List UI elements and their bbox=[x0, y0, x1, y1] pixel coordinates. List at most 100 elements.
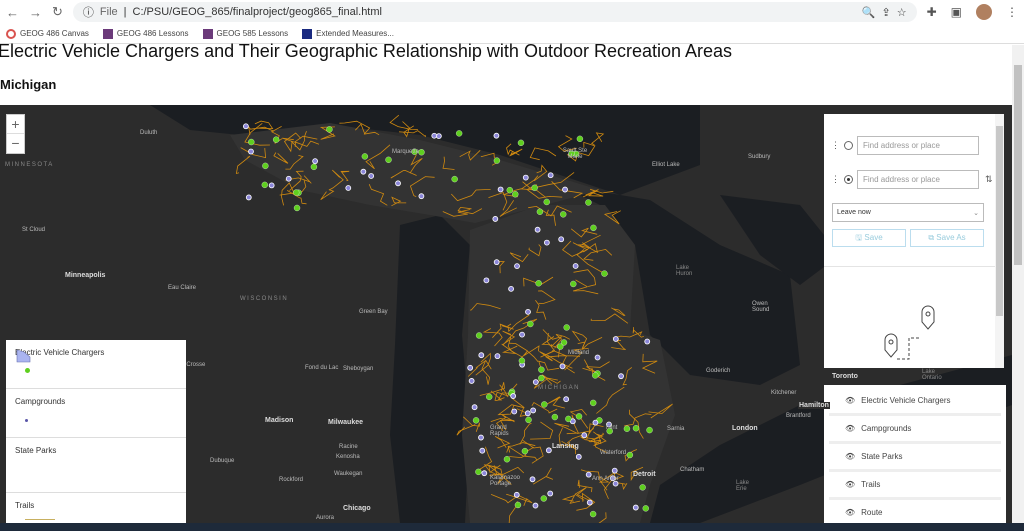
campground-point bbox=[513, 491, 520, 498]
eye-icon[interactable]: 👁 bbox=[845, 508, 855, 517]
back-icon[interactable]: ← bbox=[6, 5, 19, 20]
charger-point bbox=[575, 413, 583, 420]
save-button[interactable]: 🖫 Save bbox=[832, 229, 906, 247]
campground-point bbox=[575, 453, 582, 460]
layer-item-chargers[interactable]: 👁 Electric Vehicle Chargers bbox=[829, 388, 1001, 416]
map-label: Waukegan bbox=[334, 471, 363, 477]
legend-item-state-parks: State Parks bbox=[6, 349, 186, 493]
zoom-out-button[interactable]: − bbox=[7, 134, 24, 153]
charger-point bbox=[632, 425, 640, 432]
avatar[interactable] bbox=[976, 4, 992, 20]
drag-handle-icon[interactable]: ⋮ bbox=[831, 174, 840, 185]
map-label: St Cloud bbox=[22, 227, 46, 233]
destination-radio[interactable] bbox=[844, 175, 853, 184]
map-label: Sudbury bbox=[748, 154, 771, 160]
charger-point bbox=[261, 181, 268, 189]
charger-point bbox=[385, 156, 392, 163]
bookmark-geog486-lessons[interactable]: GEOG 486 Lessons bbox=[102, 28, 189, 39]
map-label: Flint bbox=[606, 425, 618, 431]
menu-icon[interactable]: ⋮ bbox=[1006, 5, 1018, 19]
eye-icon[interactable]: 👁 bbox=[845, 452, 855, 461]
charger-point bbox=[493, 157, 501, 164]
layer-item-state-parks[interactable]: 👁 State Parks bbox=[829, 444, 1001, 472]
drag-handle-icon[interactable]: ⋮ bbox=[831, 140, 840, 151]
map-label: Eau Claire bbox=[168, 285, 197, 291]
campground-point bbox=[497, 186, 504, 193]
campground-point bbox=[532, 502, 539, 509]
share-icon[interactable]: ⇪ bbox=[882, 6, 891, 19]
campground-point bbox=[492, 216, 499, 222]
campground-point bbox=[618, 373, 624, 380]
layer-item-route[interactable]: 👁 Route bbox=[829, 500, 1001, 523]
directions-scrollbar[interactable] bbox=[995, 114, 1004, 368]
campground-point bbox=[471, 404, 478, 411]
charger-point bbox=[518, 357, 526, 364]
origin-input[interactable]: Find address or place bbox=[857, 136, 979, 155]
map-label: Elliot Lake bbox=[652, 162, 680, 168]
charger-point bbox=[601, 270, 608, 277]
origin-row: ⋮ Find address or place bbox=[831, 136, 979, 155]
layer-list: 👁 Electric Vehicle Chargers 👁 Campgrounds … bbox=[824, 385, 1006, 523]
route-illustration-icon bbox=[884, 305, 935, 360]
map-view[interactable]: Duluth MINNESOTA St Cloud Minneapolis Ea… bbox=[0, 105, 1012, 523]
zoom-icon[interactable]: 🔍 bbox=[862, 6, 876, 19]
divider bbox=[824, 266, 995, 267]
layer-item-trails[interactable]: 👁 Trails bbox=[829, 472, 1001, 500]
charger-point bbox=[626, 451, 634, 459]
map-label: Sheboygan bbox=[343, 366, 374, 372]
origin-radio[interactable] bbox=[844, 141, 853, 150]
eye-icon[interactable]: 👁 bbox=[845, 396, 855, 405]
campground-point bbox=[268, 182, 275, 189]
charger-point bbox=[514, 501, 522, 509]
save-icon: 🖫 bbox=[855, 233, 863, 242]
campground-point bbox=[511, 408, 518, 415]
map-label: Waterford bbox=[600, 450, 627, 456]
map-label: Lake Huron bbox=[676, 265, 693, 277]
charger-point bbox=[560, 211, 567, 218]
swap-icon[interactable]: ⇅ bbox=[985, 174, 993, 185]
eye-icon[interactable]: 👁 bbox=[845, 480, 855, 489]
charger-point bbox=[310, 163, 318, 171]
charger-symbol bbox=[25, 366, 177, 375]
campground-point bbox=[468, 378, 475, 384]
campground-point bbox=[494, 353, 501, 360]
charger-point bbox=[512, 191, 519, 198]
bookmark-geog486-canvas[interactable]: GEOG 486 Canvas bbox=[6, 28, 89, 39]
campground-point bbox=[612, 336, 619, 342]
campground-point bbox=[534, 226, 541, 233]
address-bar[interactable]: ⓘ File | C:/PSU/GEOG_865/finalproject/geo… bbox=[72, 2, 917, 22]
page-scrollbar[interactable] bbox=[1012, 45, 1024, 523]
legend-panel: Electric Vehicle Chargers Campgrounds St… bbox=[6, 340, 186, 523]
campground-point bbox=[558, 236, 565, 243]
bookmark-extended-measures[interactable]: Extended Measures... bbox=[302, 28, 394, 39]
charger-point bbox=[590, 224, 597, 231]
save-as-button[interactable]: ⧉ Save As bbox=[910, 229, 984, 247]
campground-point bbox=[547, 490, 554, 497]
reload-icon[interactable]: ↻ bbox=[52, 4, 63, 20]
map-label: Kitchener bbox=[771, 390, 797, 396]
campground-point bbox=[559, 363, 566, 370]
campground-point bbox=[493, 132, 500, 139]
layer-item-campgrounds[interactable]: 👁 Campgrounds bbox=[829, 416, 1001, 444]
bookmark-geog585-lessons[interactable]: GEOG 585 Lessons bbox=[202, 28, 288, 39]
destination-input[interactable]: Find address or place bbox=[857, 170, 979, 189]
forward-icon[interactable]: → bbox=[29, 5, 42, 20]
charger-point bbox=[455, 130, 463, 137]
campground-symbol bbox=[25, 415, 177, 424]
side-panel-icon[interactable]: ▣ bbox=[951, 5, 962, 19]
extensions-icon[interactable]: ✚ bbox=[927, 5, 937, 19]
depart-time-select[interactable]: Leave now ⌄ bbox=[832, 203, 984, 222]
charger-point bbox=[646, 426, 653, 434]
campground-point bbox=[644, 338, 651, 345]
eye-icon[interactable]: 👁 bbox=[845, 424, 855, 433]
map-label: Sarnia bbox=[667, 426, 685, 432]
charger-point bbox=[525, 416, 532, 424]
map-label: Duluth bbox=[140, 130, 158, 136]
zoom-in-button[interactable]: + bbox=[7, 115, 24, 134]
map-label: Green Bay bbox=[359, 309, 388, 315]
charger-point bbox=[538, 366, 545, 373]
star-icon[interactable]: ☆ bbox=[897, 6, 907, 19]
map-label: Lake Ontario bbox=[922, 369, 942, 381]
map-label: Grand Rapids bbox=[490, 425, 509, 437]
campground-point bbox=[479, 447, 486, 454]
